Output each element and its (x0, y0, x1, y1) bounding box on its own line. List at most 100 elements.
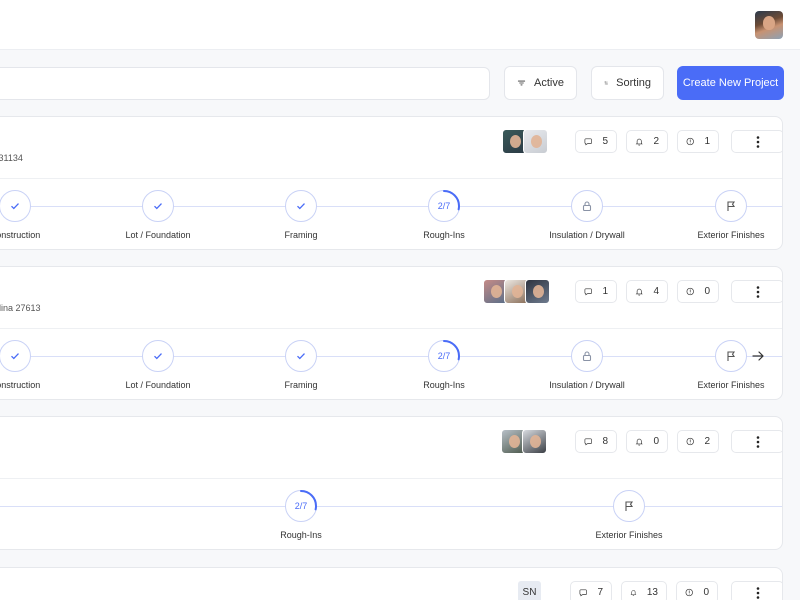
bell-icon (635, 288, 643, 296)
issues-count[interactable]: 2 (677, 430, 719, 453)
top-bar (0, 0, 800, 50)
comment-icon (584, 438, 592, 446)
stage-timeline: Construction Lot / Foundation Framing 2/… (0, 329, 782, 399)
more-options-button[interactable] (731, 130, 782, 153)
stage-node (0, 190, 31, 222)
stage[interactable]: Exterior Finishes (569, 490, 689, 540)
comments-value: 7 (597, 587, 603, 598)
info-icon (686, 437, 694, 446)
team-avatars[interactable]: SN (517, 580, 542, 600)
project-card[interactable]: 8 0 2 2/7 Rough-Ins Exterior Finishes (0, 416, 783, 550)
comment-icon (584, 288, 592, 296)
issues-value: 0 (704, 286, 710, 297)
project-card[interactable]: rolina 27613 1 4 0 Construction (0, 266, 783, 400)
stage[interactable]: Exterior Finishes (671, 340, 782, 390)
filter-label: Active (534, 77, 564, 89)
comment-icon (584, 138, 592, 146)
filter-button[interactable]: Active (504, 66, 577, 100)
stage[interactable]: Lot / Foundation (98, 340, 218, 390)
info-icon (685, 588, 693, 597)
stage[interactable]: Framing (241, 190, 361, 240)
check-icon (11, 203, 19, 210)
check-icon (11, 353, 19, 360)
stage-label: Exterior Finishes (697, 230, 765, 240)
arrow-right-icon[interactable] (751, 349, 765, 363)
member-initials: SN (517, 580, 542, 600)
check-icon (154, 203, 162, 210)
stage-node (571, 340, 603, 372)
more-options-button[interactable] (731, 280, 782, 303)
search-input[interactable] (0, 67, 490, 100)
issues-count[interactable]: 0 (677, 280, 719, 303)
stage[interactable]: Construction (0, 340, 75, 390)
stage[interactable]: Insulation / Drywall (527, 190, 647, 240)
stage-timeline: 2/7 Rough-Ins Exterior Finishes (0, 479, 782, 549)
stage-label: Construction (0, 380, 41, 390)
stage-label: Exterior Finishes (697, 380, 765, 390)
comments-value: 8 (602, 436, 608, 447)
stage[interactable]: Exterior Finishes (671, 190, 782, 240)
project-address: o 31134 (0, 153, 23, 163)
comments-count[interactable]: 8 (575, 430, 617, 453)
progress-ring (285, 490, 317, 522)
more-options-button[interactable] (731, 430, 782, 453)
stage-label: Rough-Ins (280, 530, 322, 540)
stage-node (285, 340, 317, 372)
notifications-count[interactable]: 0 (626, 430, 668, 453)
stage-node (715, 340, 747, 372)
stage-label: Insulation / Drywall (549, 380, 625, 390)
member-avatar (523, 129, 548, 154)
project-card[interactable]: SN 7 13 0 (0, 567, 783, 600)
stage-node (142, 340, 174, 372)
team-avatars[interactable] (483, 279, 550, 304)
stage[interactable]: 2/7 Rough-Ins (384, 190, 504, 240)
stage[interactable]: Framing (241, 340, 361, 390)
issues-value: 0 (703, 587, 709, 598)
member-avatar (525, 279, 550, 304)
info-icon (686, 137, 694, 146)
stage-label: Rough-Ins (423, 380, 465, 390)
stage-label: Construction (0, 230, 41, 240)
notifications-count[interactable]: 4 (626, 280, 668, 303)
stage-label: Framing (284, 380, 318, 390)
stage[interactable]: 2/7 Rough-Ins (384, 340, 504, 390)
sorting-label: Sorting (616, 77, 651, 89)
team-avatars[interactable] (501, 429, 547, 454)
comments-count[interactable]: 5 (575, 130, 617, 153)
member-avatar (522, 429, 547, 454)
issues-count[interactable]: 0 (676, 581, 718, 600)
sort-icon (604, 81, 608, 85)
stage-node: 2/7 (428, 340, 460, 372)
notifications-value: 4 (653, 286, 659, 297)
comments-count[interactable]: 7 (570, 581, 612, 600)
stage-node (142, 190, 174, 222)
stage[interactable]: Construction (0, 190, 75, 240)
stage[interactable]: 2/7 Rough-Ins (241, 490, 361, 540)
bell-icon (635, 438, 643, 446)
notifications-count[interactable]: 13 (621, 581, 667, 600)
comments-value: 5 (602, 136, 608, 147)
lock-icon (582, 351, 592, 362)
kebab-icon (756, 435, 759, 448)
stage-node (571, 190, 603, 222)
project-card[interactable]: s o 31134 5 2 1 Construction Lot / (0, 116, 783, 250)
sorting-button[interactable]: Sorting (591, 66, 664, 100)
notifications-value: 0 (653, 436, 659, 447)
stage-node: 2/7 (285, 490, 317, 522)
stage[interactable]: Lot / Foundation (98, 190, 218, 240)
stage[interactable]: Insulation / Drywall (527, 340, 647, 390)
team-avatars[interactable] (502, 129, 548, 154)
stage-node (0, 340, 31, 372)
user-avatar[interactable] (755, 11, 783, 39)
more-options-button[interactable] (731, 581, 782, 600)
issues-count[interactable]: 1 (677, 130, 719, 153)
notifications-value: 13 (646, 587, 658, 598)
kebab-icon (756, 135, 759, 148)
stage-label: Rough-Ins (423, 230, 465, 240)
stage-label: Lot / Foundation (125, 380, 191, 390)
create-project-button[interactable]: Create New Project (677, 66, 784, 100)
notifications-count[interactable]: 2 (626, 130, 668, 153)
lock-icon (582, 201, 592, 212)
comments-count[interactable]: 1 (575, 280, 617, 303)
bell-icon (635, 138, 643, 146)
